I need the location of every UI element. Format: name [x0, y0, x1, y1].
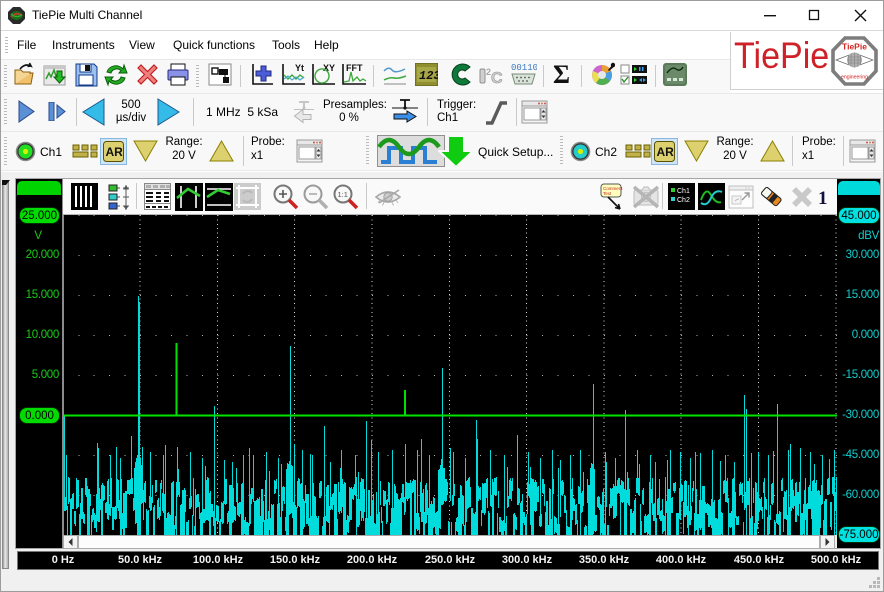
svg-text:Yt: Yt	[295, 63, 304, 73]
svg-text:Ch1: Ch1	[677, 188, 690, 195]
svg-text:00110: 00110	[511, 63, 537, 73]
svg-text:engineering: engineering	[841, 75, 868, 81]
svg-text:1:1: 1:1	[338, 190, 348, 199]
svg-text:123: 123	[419, 69, 438, 83]
svg-text:XY: XY	[323, 63, 335, 73]
svg-text:Σ: Σ	[553, 61, 570, 87]
svg-text:TiePie: TiePie	[842, 42, 867, 52]
svg-text:Text: Text	[603, 191, 612, 196]
svg-text:C: C	[491, 70, 503, 87]
svg-text:AR: AR	[657, 145, 675, 159]
svg-text:AR: AR	[106, 145, 124, 159]
svg-text:Ch2: Ch2	[677, 197, 690, 204]
svg-text:FFT: FFT	[346, 63, 363, 73]
